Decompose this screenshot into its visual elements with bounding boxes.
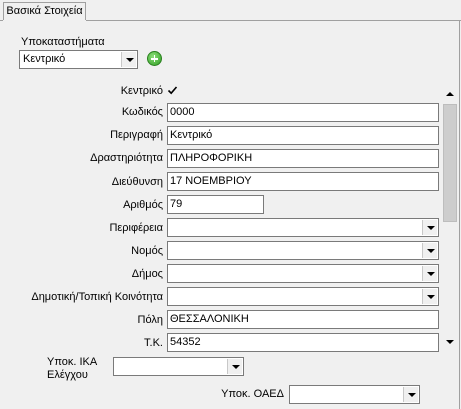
scroll-up-icon[interactable]: [442, 87, 458, 103]
branches-selected-value: Κεντρικό: [23, 53, 66, 65]
activity-label: Δραστηριότητα: [90, 152, 163, 164]
scroll-down-icon[interactable]: [442, 334, 458, 350]
city-field[interactable]: ΘΕΣΣΑΛΟΝΙΚΗ: [167, 310, 439, 329]
community-select[interactable]: [167, 287, 439, 306]
municipality-select[interactable]: [167, 264, 439, 283]
municipality-label: Δήμος: [131, 268, 163, 280]
panel-right-border: [459, 20, 460, 409]
chevron-down-icon[interactable]: [422, 266, 437, 281]
number-field[interactable]: 79: [167, 195, 264, 214]
central-checkbox[interactable]: [167, 85, 178, 96]
code-field[interactable]: 0000: [167, 103, 439, 122]
address-field[interactable]: 17 ΝΟΕΜΒΡΙΟΥ: [167, 172, 439, 191]
chevron-down-icon[interactable]: [121, 52, 136, 67]
add-circle-icon[interactable]: [147, 51, 162, 66]
ika-label-line2: Ελέγχου: [47, 369, 88, 381]
chevron-down-icon[interactable]: [227, 359, 242, 374]
city-label: Πόλη: [137, 314, 163, 326]
vertical-scrollbar[interactable]: [442, 87, 458, 350]
tab-divider-gap: [3, 20, 86, 21]
central-label: Κεντρικό: [120, 85, 163, 97]
prefecture-select[interactable]: [167, 241, 439, 260]
code-label: Κωδικός: [121, 106, 163, 118]
oaed-select[interactable]: [289, 385, 420, 404]
tab-basic-info[interactable]: Βασικά Στοιχεία: [3, 2, 86, 20]
ika-label-line1: Υποκ. ΙΚΑ: [47, 356, 98, 368]
description-field[interactable]: Κεντρικό: [167, 126, 439, 145]
region-label: Περιφέρεια: [109, 222, 163, 234]
chevron-down-icon[interactable]: [422, 220, 437, 235]
chevron-down-icon[interactable]: [422, 289, 437, 304]
number-label: Αριθμός: [123, 199, 163, 211]
branches-select[interactable]: Κεντρικό: [19, 50, 138, 69]
ika-label: Υποκ. ΙΚΑ Ελέγχου: [47, 356, 97, 382]
postal-code-label: Τ.Κ.: [144, 337, 163, 349]
activity-field[interactable]: ΠΛΗΡΟΦΟΡΙΚΗ: [167, 149, 439, 168]
ika-select[interactable]: [113, 357, 244, 376]
postal-code-field[interactable]: 54352: [167, 333, 439, 352]
branches-label: Υποκαταστήματα: [21, 36, 105, 48]
oaed-label: Υποκ. ΟΑΕΔ: [221, 388, 284, 400]
region-select[interactable]: [167, 218, 439, 237]
check-icon: [167, 86, 178, 95]
community-label: Δημοτική/Τοπική Κοινότητα: [31, 291, 163, 303]
scrollbar-thumb[interactable]: [443, 104, 457, 222]
address-label: Διεύθυνση: [111, 176, 163, 188]
prefecture-label: Νομός: [131, 245, 163, 257]
description-label: Περιγραφή: [110, 129, 163, 141]
chevron-down-icon[interactable]: [403, 387, 418, 402]
chevron-down-icon[interactable]: [422, 243, 437, 258]
